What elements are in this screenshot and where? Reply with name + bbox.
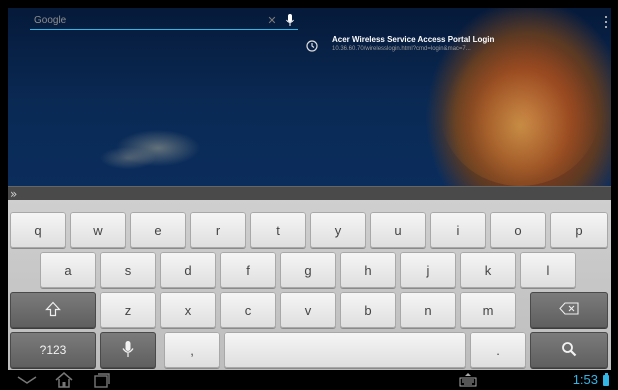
- key-j[interactable]: j: [400, 252, 456, 288]
- search-bar: ✕: [30, 12, 298, 30]
- backspace-icon: [559, 302, 579, 318]
- search-key[interactable]: [530, 332, 608, 368]
- suggestion-title: Acer Wireless Service Access Portal Logi…: [332, 35, 495, 44]
- magnifier-icon: [561, 341, 577, 360]
- key-o[interactable]: o: [490, 212, 546, 248]
- key-x[interactable]: x: [160, 292, 216, 328]
- key-r[interactable]: r: [190, 212, 246, 248]
- microphone-icon: [122, 340, 134, 361]
- search-input[interactable]: [30, 12, 262, 29]
- key-a[interactable]: a: [40, 252, 96, 288]
- key-b[interactable]: b: [340, 292, 396, 328]
- key-z[interactable]: z: [100, 292, 156, 328]
- double-chevron-right-icon[interactable]: »: [10, 187, 17, 201]
- space-key[interactable]: [224, 332, 466, 368]
- recent-apps-icon[interactable]: [90, 372, 114, 388]
- key-e[interactable]: e: [130, 212, 186, 248]
- key-s[interactable]: s: [100, 252, 156, 288]
- key-g[interactable]: g: [280, 252, 336, 288]
- voice-search-icon[interactable]: [282, 13, 298, 29]
- symbols-key[interactable]: ?123: [10, 332, 96, 368]
- key-n[interactable]: n: [400, 292, 456, 328]
- key-d[interactable]: d: [160, 252, 216, 288]
- home-icon[interactable]: [52, 372, 76, 388]
- key-i[interactable]: i: [430, 212, 486, 248]
- key-w[interactable]: w: [70, 212, 126, 248]
- key-c[interactable]: c: [220, 292, 276, 328]
- keyboard-candidate-strip: »: [8, 186, 611, 201]
- key-q[interactable]: q: [10, 212, 66, 248]
- status-clock: 1:53: [572, 372, 598, 387]
- keyboard: q w e r t y u i o p a s d f g h j k l z …: [8, 200, 611, 370]
- shift-arrow-icon: [45, 301, 61, 320]
- system-navigation-bar: 1:53: [0, 370, 618, 390]
- key-l[interactable]: l: [520, 252, 576, 288]
- clear-icon[interactable]: ✕: [262, 14, 282, 27]
- key-p[interactable]: p: [550, 212, 608, 248]
- battery-icon: [603, 373, 609, 386]
- voice-input-key[interactable]: [100, 332, 156, 368]
- key-period[interactable]: .: [470, 332, 526, 368]
- suggestion-item[interactable]: Acer Wireless Service Access Portal Logi…: [306, 34, 526, 60]
- shift-key[interactable]: [10, 292, 96, 328]
- key-h[interactable]: h: [340, 252, 396, 288]
- overflow-menu-icon[interactable]: [605, 16, 609, 28]
- key-k[interactable]: k: [460, 252, 516, 288]
- key-u[interactable]: u: [370, 212, 426, 248]
- suggestion-url: 10.36.60.70/wirelesslogin.html?cmd=login…: [332, 46, 471, 52]
- hide-keyboard-icon[interactable]: [14, 372, 40, 388]
- key-comma[interactable]: ,: [164, 332, 220, 368]
- key-y[interactable]: y: [310, 212, 366, 248]
- keyboard-icon[interactable]: [456, 372, 480, 388]
- key-v[interactable]: v: [280, 292, 336, 328]
- key-m[interactable]: m: [460, 292, 516, 328]
- backspace-key[interactable]: [530, 292, 608, 328]
- clock-icon: [306, 37, 324, 55]
- key-t[interactable]: t: [250, 212, 306, 248]
- key-f[interactable]: f: [220, 252, 276, 288]
- tablet-screen: ✕ Acer Wireless Service Access Portal Lo…: [0, 0, 618, 390]
